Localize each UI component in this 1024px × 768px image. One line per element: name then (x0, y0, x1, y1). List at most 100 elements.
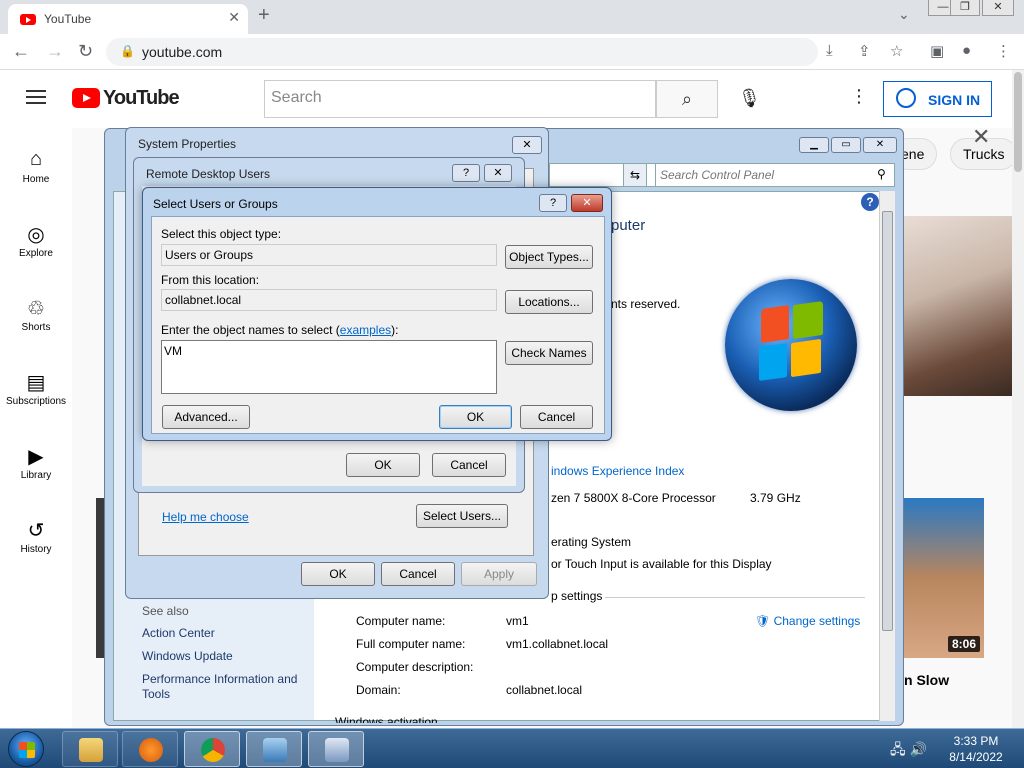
change-settings-link[interactable]: 🛡 Change settings (755, 614, 860, 628)
tab-close-icon[interactable]: ✕ (228, 9, 240, 26)
sidebar-item-history[interactable]: ↺ History (0, 518, 72, 555)
sidebar-item-library[interactable]: ▶ Library (0, 444, 72, 481)
clock-time: 3:33 PM (953, 734, 999, 748)
sidebar-label: Explore (19, 248, 53, 259)
install-app-icon[interactable]: ⤓ (826, 42, 833, 59)
youtube-logo-icon[interactable] (72, 88, 100, 108)
computer-icon (325, 738, 349, 762)
sysprop-cancel-button[interactable]: Cancel (381, 562, 455, 586)
sud-ok-button[interactable]: OK (439, 405, 512, 429)
link-performance-tools[interactable]: Tools (142, 687, 170, 701)
sign-in-button[interactable]: SIGN IN (883, 81, 992, 117)
bookmark-star-icon[interactable]: ☆ (890, 42, 903, 60)
object-types-button[interactable]: Object Types... (505, 245, 593, 269)
object-names-textarea[interactable]: VM (161, 340, 497, 394)
sidebar-item-subscriptions[interactable]: ▤ Subscriptions (0, 370, 72, 407)
select-users-button[interactable]: Select Users... (416, 504, 508, 528)
cp-search-icon[interactable]: ⚲ (877, 167, 886, 181)
cp-search-input[interactable]: Search Control Panel (655, 163, 895, 187)
taskbar-system-properties[interactable] (308, 731, 364, 767)
taskbar-chrome[interactable] (184, 731, 240, 767)
sidebar-label: Subscriptions (5, 396, 67, 407)
close-window-button[interactable]: ✕ (982, 0, 1014, 16)
windows-experience-index-link[interactable]: indows Experience Index (551, 464, 684, 478)
locations-button[interactable]: Locations... (505, 290, 593, 314)
restore-button[interactable]: ❐ (950, 0, 980, 16)
settings-more-icon[interactable]: ⋮ (850, 86, 868, 107)
sysprop-apply-button[interactable]: Apply (461, 562, 537, 586)
rdu-ok-button[interactable]: OK (346, 453, 420, 477)
side-panel-icon[interactable]: ▣ (930, 42, 944, 60)
youtube-wordmark[interactable]: YouTube (103, 87, 180, 110)
shield-icon: 🛡 (755, 614, 771, 628)
sud-cancel-button[interactable]: Cancel (520, 405, 593, 429)
domain-label: Domain: (356, 683, 401, 697)
volume-icon[interactable]: 🔊 (910, 741, 927, 757)
network-icon[interactable]: 🖧 (890, 741, 906, 757)
see-also-heading: See also (142, 604, 189, 618)
dialog-title: Remote Desktop Users (146, 167, 271, 181)
profile-avatar-icon[interactable]: ● (962, 42, 971, 59)
rdu-help-button[interactable]: ? (452, 164, 480, 182)
video-title[interactable]: n Slow (904, 672, 949, 688)
new-tab-button[interactable]: + (258, 4, 270, 27)
help-me-choose-link[interactable]: Help me choose (162, 510, 249, 524)
home-icon: ⌂ (29, 148, 43, 170)
link-performance-information[interactable]: Performance Information and (142, 672, 297, 686)
account-icon (896, 88, 916, 108)
advanced-button[interactable]: Advanced... (162, 405, 250, 429)
close-ad-icon[interactable]: ✕ (972, 124, 990, 150)
computer-description-label: Computer description: (356, 660, 474, 674)
page-scrollbar[interactable] (1012, 70, 1024, 728)
examples-link[interactable]: examples (340, 323, 391, 337)
section-divider (605, 597, 865, 598)
link-action-center[interactable]: Action Center (142, 626, 215, 640)
cp-maximize-button[interactable]: ▭ (831, 137, 861, 153)
browser-tab-bar: YouTube ✕ + ⌄ — ❐ ✕ (0, 0, 1024, 34)
link-windows-update[interactable]: Windows Update (142, 649, 233, 663)
address-bar[interactable]: 🔒 youtube.com (106, 38, 818, 66)
sidebar-label: Shorts (21, 322, 51, 333)
sysprop-close-button[interactable]: ✕ (512, 136, 542, 154)
tab-search-chevron-icon[interactable]: ⌄ (898, 6, 910, 23)
sysprop-ok-button[interactable]: OK (301, 562, 375, 586)
taskbar-clock[interactable]: 3:33 PM 8/14/2022 (940, 733, 1012, 765)
search-button[interactable]: ⌕ (656, 80, 718, 118)
video-thumbnail[interactable]: 8:06 (904, 498, 984, 658)
sidebar-item-home[interactable]: ⌂ Home (0, 148, 72, 185)
tab-title: YouTube (44, 12, 92, 26)
tray-icons[interactable]: 🖧 🔊 (890, 739, 927, 763)
media-player-icon (139, 738, 163, 762)
ad-image[interactable] (904, 216, 1012, 396)
cp-minimize-button[interactable]: ▁ (799, 137, 829, 153)
scrollbar-thumb[interactable] (1014, 72, 1022, 172)
computer-name-value: vm1 (506, 614, 529, 628)
reload-icon[interactable]: ↻ (78, 41, 93, 62)
browser-tab-youtube[interactable]: YouTube ✕ (8, 4, 248, 34)
taskbar-media-player[interactable] (122, 731, 178, 767)
rdu-cancel-button[interactable]: Cancel (432, 453, 506, 477)
rdu-close-button[interactable]: ✕ (484, 164, 512, 182)
search-input[interactable]: Search (264, 80, 656, 118)
sud-close-button[interactable]: ✕ (571, 194, 603, 212)
cp-close-button[interactable]: ✕ (863, 137, 897, 153)
start-button[interactable] (8, 731, 44, 767)
chrome-menu-icon[interactable]: ⋮ (996, 42, 1011, 60)
sidebar-item-shorts[interactable]: ♲ Shorts (0, 296, 72, 333)
cp-scrollbar[interactable] (879, 191, 895, 721)
check-names-button[interactable]: Check Names (505, 341, 593, 365)
sud-help-button[interactable]: ? (539, 194, 567, 212)
hamburger-menu-icon[interactable] (26, 90, 46, 104)
back-arrow-icon[interactable]: ← (12, 41, 30, 62)
help-icon[interactable]: ? (861, 193, 879, 211)
taskbar-explorer[interactable] (62, 731, 118, 767)
taskbar-control-panel[interactable] (246, 731, 302, 767)
cp-scrollbar-thumb[interactable] (882, 211, 893, 631)
change-settings-label: Change settings (773, 614, 861, 628)
url-text: youtube.com (142, 44, 223, 60)
share-icon[interactable]: ⇪ (858, 42, 871, 60)
sidebar-item-explore[interactable]: ◎ Explore (0, 222, 72, 259)
cp-refresh-icon[interactable]: ⇆ (623, 163, 647, 187)
forward-arrow-icon[interactable]: → (46, 41, 64, 62)
microphone-icon[interactable]: 🎙 (738, 88, 761, 109)
